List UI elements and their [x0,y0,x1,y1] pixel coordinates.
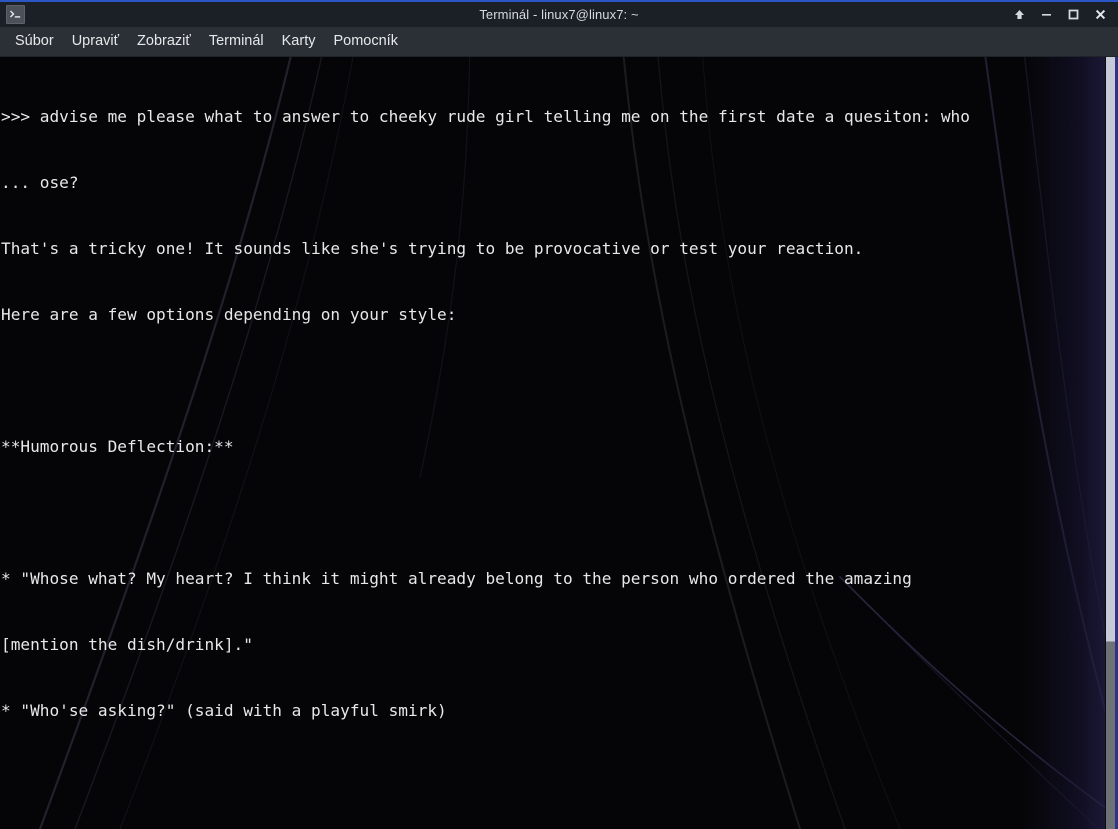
terminal-window: Terminál - linux7@linux7: ~ Súbor Upravi… [0,0,1118,829]
menu-view[interactable]: Zobraziť [128,30,200,53]
menu-file[interactable]: Súbor [6,30,63,53]
window-controls [1007,3,1115,26]
terminal-body[interactable]: >>> advise me please what to answer to c… [0,57,1118,829]
close-button[interactable] [1088,3,1113,26]
maximize-button[interactable] [1061,3,1086,26]
menu-help[interactable]: Pomocník [324,30,406,53]
output-line: * "Whose what? My heart? I think it migh… [1,569,912,588]
output-line: >>> advise me please what to answer to c… [1,107,970,126]
shade-button[interactable] [1007,3,1032,26]
scrollbar-thumb[interactable] [1106,57,1115,642]
vertical-scrollbar[interactable] [1105,57,1118,829]
output-line: [mention the dish/drink]." [1,635,253,654]
terminal-icon [6,5,25,24]
titlebar[interactable]: Terminál - linux7@linux7: ~ [0,0,1118,27]
output-line: **Humorous Deflection:** [1,437,234,456]
window-title: Terminál - linux7@linux7: ~ [479,7,639,22]
menu-edit[interactable]: Upraviť [63,30,128,53]
output-line: ... ose? [1,173,79,192]
terminal-output[interactable]: >>> advise me please what to answer to c… [0,57,1105,829]
menubar: Súbor Upraviť Zobraziť Terminál Karty Po… [0,27,1118,57]
output-line: That's a tricky one! It sounds like she'… [1,239,864,258]
menu-tabs[interactable]: Karty [273,30,325,53]
menu-terminal[interactable]: Terminál [200,30,273,53]
output-line: Here are a few options depending on your… [1,305,457,324]
output-line: * "Who'se asking?" (said with a playful … [1,701,447,720]
minimize-button[interactable] [1034,3,1059,26]
